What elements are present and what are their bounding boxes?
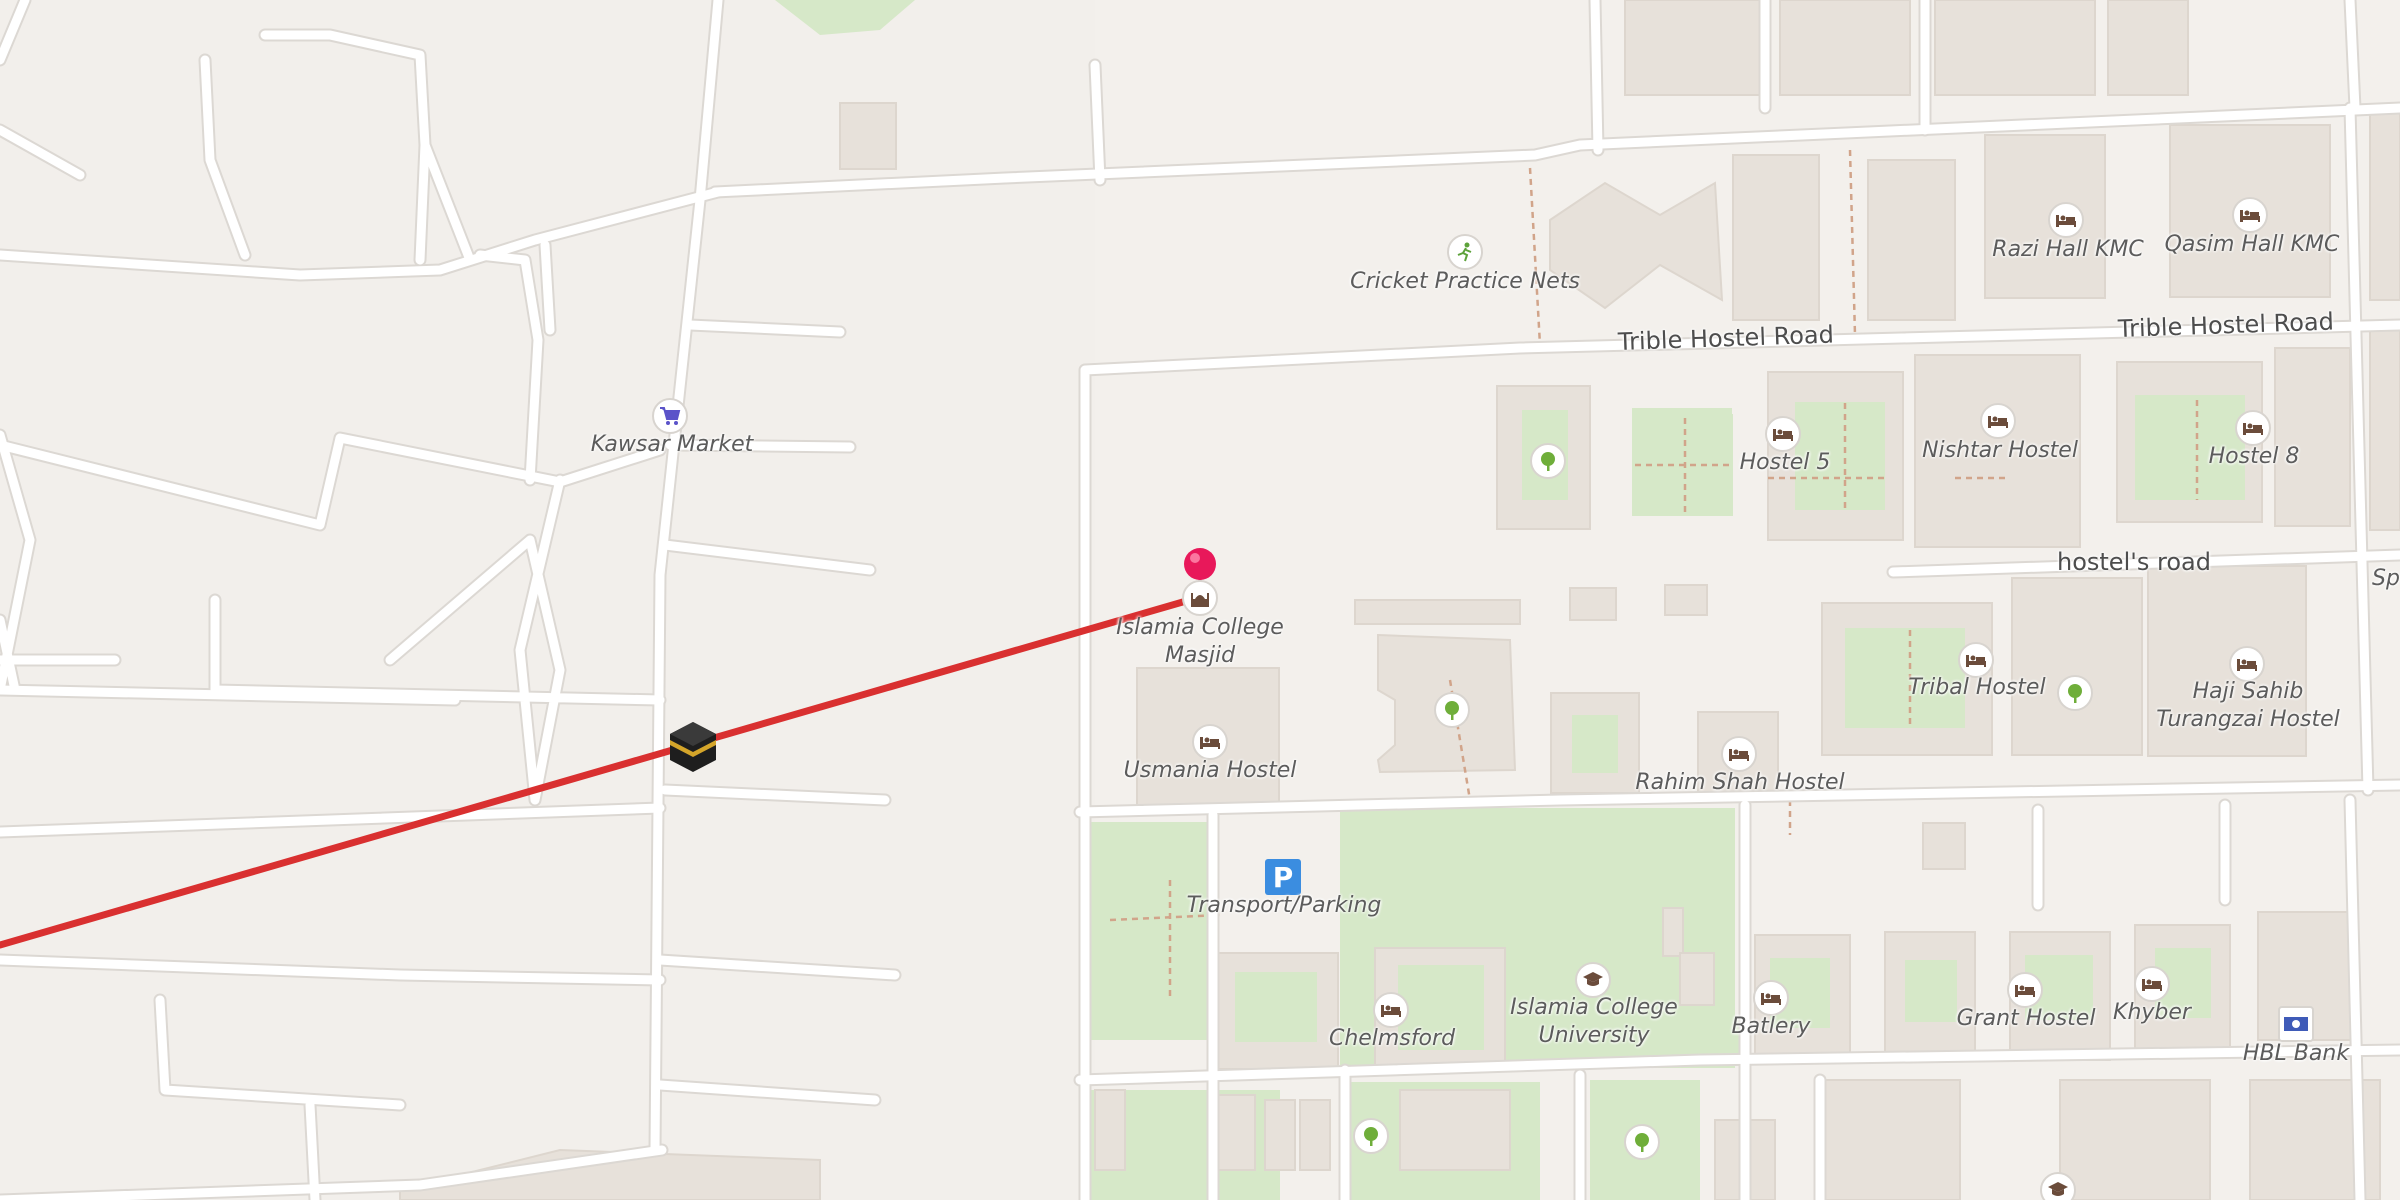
haji-sahib-label-line1: Haji Sahib — [2192, 679, 2304, 704]
origin-kaaba-marker[interactable] — [666, 720, 720, 774]
usmania-hostel-label: Usmania Hostel — [1123, 758, 1297, 783]
graduation-poi-partial[interactable] — [2040, 1172, 2076, 1200]
razi-hall-poi[interactable] — [2048, 202, 2084, 238]
bed-icon — [1761, 993, 1781, 1005]
park-poi-2[interactable] — [1434, 692, 1470, 728]
bed-icon — [2015, 985, 2035, 997]
masjid-label-line1: Islamia College — [1116, 615, 1284, 640]
cricket-nets-poi[interactable] — [1447, 234, 1483, 270]
qasim-hall-label: Qasim Hall KMC — [2164, 232, 2340, 257]
bed-icon — [2237, 659, 2257, 671]
university-poi[interactable] — [1575, 962, 1611, 998]
chelmsford-poi[interactable] — [1373, 992, 1409, 1028]
cricket-nets-label: Cricket Practice Nets — [1350, 269, 1580, 294]
rahim-shah-hostel-poi[interactable] — [1721, 736, 1757, 772]
university-label: Islamia College University — [1510, 994, 1678, 1050]
graduation-cap-icon — [2048, 1182, 2068, 1196]
bed-icon — [1988, 416, 2008, 428]
tree-icon — [1364, 1127, 1378, 1146]
batlery-poi[interactable] — [1753, 980, 1789, 1016]
bed-icon — [2240, 210, 2260, 222]
bed-icon — [1381, 1005, 1401, 1017]
haji-sahib-poi[interactable] — [2229, 646, 2265, 682]
mosque-icon — [1191, 593, 1209, 607]
park-poi-4[interactable] — [1353, 1118, 1389, 1154]
hbl-bank-label: HBL Bank — [2242, 1041, 2350, 1066]
sports-icon — [1457, 242, 1472, 262]
tribal-hostel-poi[interactable] — [1958, 642, 1994, 678]
grant-hostel-poi[interactable] — [2007, 972, 2043, 1008]
bed-icon — [2056, 215, 2076, 227]
nishtar-hostel-label: Nishtar Hostel — [1922, 438, 2078, 463]
chelmsford-label: Chelmsford — [1328, 1026, 1456, 1051]
rahim-shah-hostel-label: Rahim Shah Hostel — [1635, 770, 1845, 795]
hostel-8-label: Hostel 8 — [2208, 444, 2300, 469]
university-label-line2: University — [1538, 1023, 1650, 1048]
hostel-5-label: Hostel 5 — [1739, 450, 1831, 475]
bed-icon — [1200, 737, 1220, 749]
haji-sahib-label-line2: Turangzai Hostel — [2156, 707, 2340, 732]
haji-sahib-label: Haji Sahib Turangzai Hostel — [2156, 678, 2339, 734]
park-poi-1[interactable] — [1530, 443, 1566, 479]
masjid-poi[interactable] — [1182, 580, 1218, 616]
banknote-icon — [2284, 1017, 2308, 1031]
road-label-hostels-road: hostel's road — [2057, 548, 2211, 576]
university-label-line1: Islamia College — [1510, 995, 1678, 1020]
bed-icon — [2243, 423, 2263, 435]
batlery-label: Batlery — [1731, 1014, 1811, 1039]
bed-icon — [1966, 655, 1986, 667]
bed-icon — [2142, 979, 2162, 991]
kaaba-icon — [670, 722, 716, 772]
masjid-label: Islamia College Masjid — [1116, 614, 1284, 670]
tree-icon — [1635, 1133, 1649, 1152]
tree-icon — [1445, 701, 1459, 720]
parking-label: Transport/Parking — [1186, 893, 1382, 918]
kawsar-market-label: Kawsar Market — [590, 432, 754, 457]
road-label-edge: Sp — [2372, 566, 2400, 591]
razi-hall-label: Razi Hall KMC — [1992, 237, 2144, 262]
graduation-cap-icon — [1583, 972, 1603, 986]
masjid-label-line2: Masjid — [1164, 643, 1236, 668]
parking-icon[interactable]: P — [1265, 859, 1301, 895]
khyber-label: Khyber — [2113, 1000, 2191, 1025]
bed-icon — [1773, 429, 1793, 441]
kawsar-market-poi[interactable] — [652, 398, 688, 434]
usmania-hostel-poi[interactable] — [1192, 724, 1228, 760]
park-poi-3[interactable] — [2057, 675, 2093, 711]
tribal-hostel-label: Tribal Hostel — [1908, 675, 2046, 700]
park-poi-5[interactable] — [1624, 1124, 1660, 1160]
nishtar-hostel-poi[interactable] — [1980, 403, 2016, 439]
tree-icon — [2068, 684, 2082, 703]
hbl-bank-poi[interactable] — [2278, 1006, 2314, 1042]
cart-icon — [660, 407, 681, 425]
grant-hostel-label: Grant Hostel — [1956, 1006, 2096, 1031]
map-view[interactable]: Trible Hostel Road Trible Hostel Road ho… — [0, 0, 2400, 1200]
hostel-8-poi[interactable] — [2235, 410, 2271, 446]
hostel-5-poi[interactable] — [1765, 416, 1801, 452]
tree-icon — [1541, 452, 1555, 471]
khyber-poi[interactable] — [2134, 966, 2170, 1002]
qasim-hall-poi[interactable] — [2232, 197, 2268, 233]
bed-icon — [1729, 749, 1749, 761]
